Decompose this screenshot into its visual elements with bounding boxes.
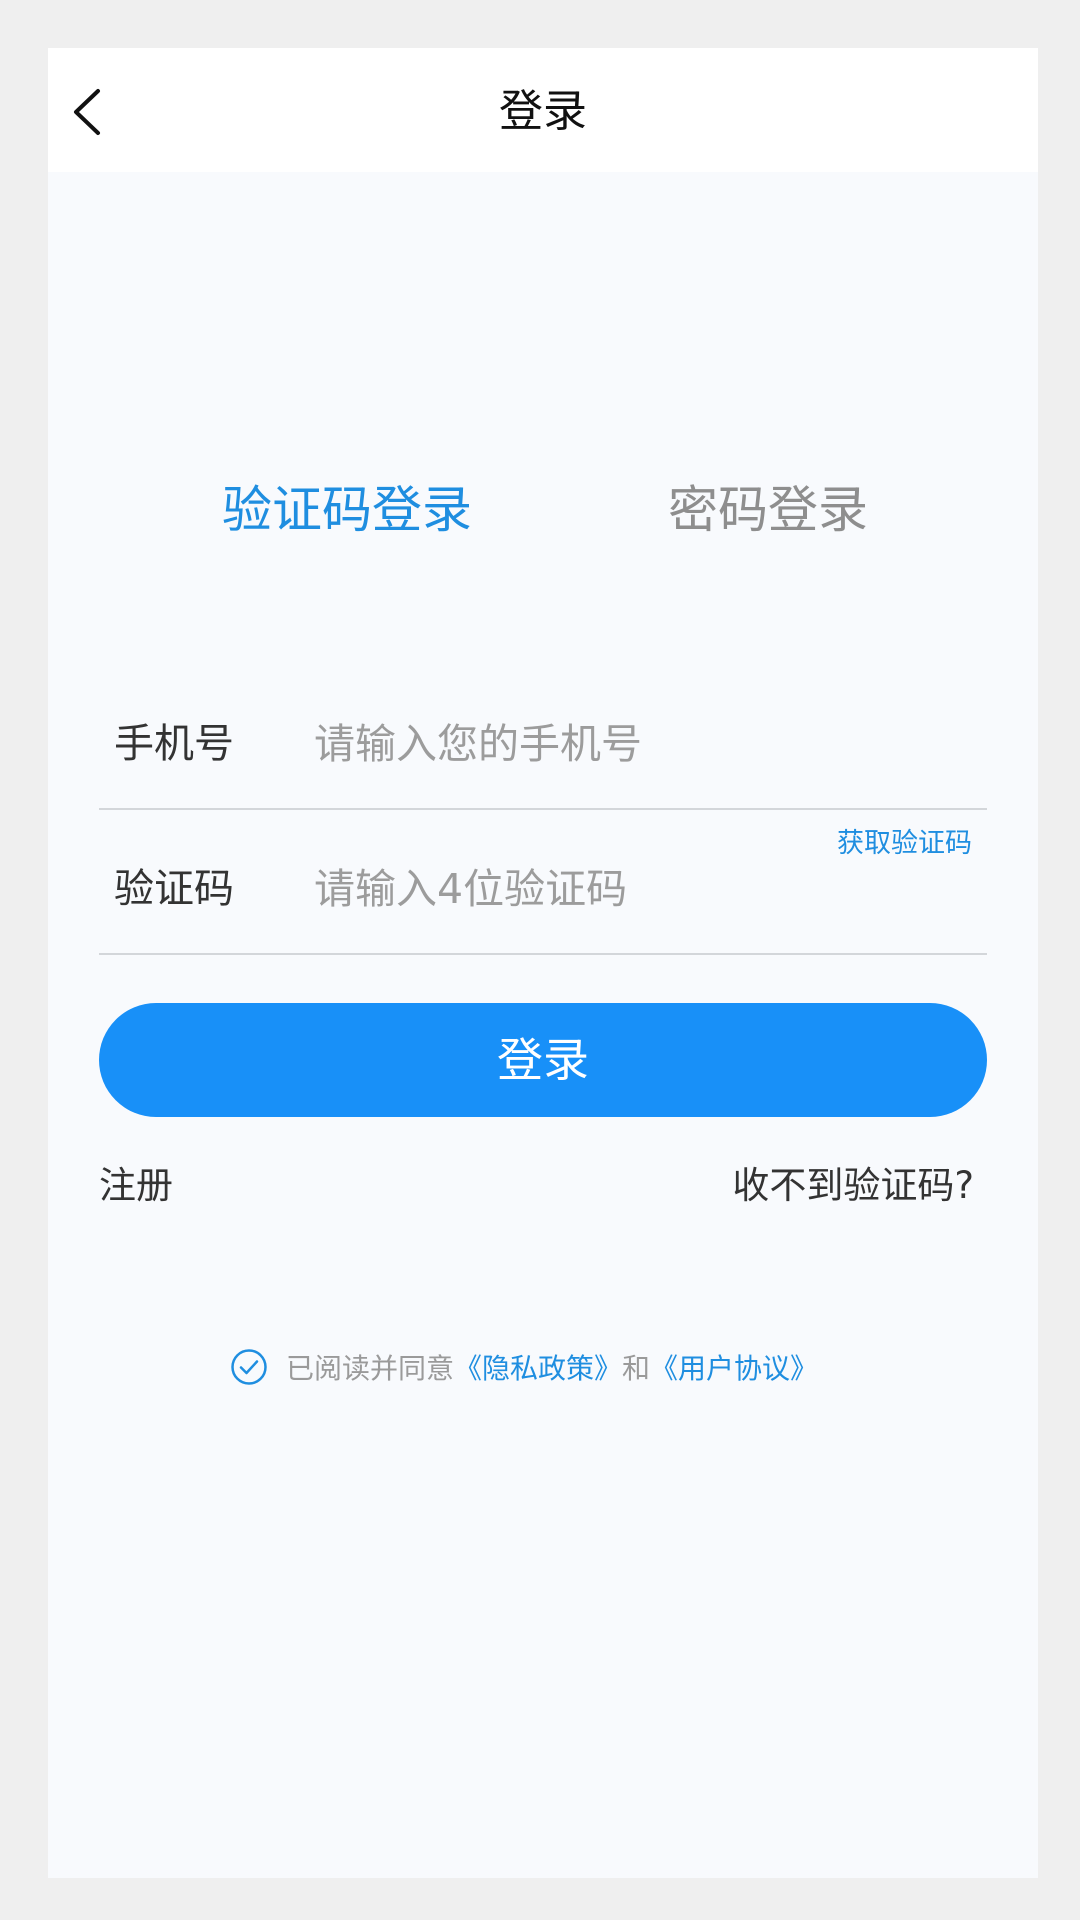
app-screen: 登录 验证码登录 密码登录 手机号 验证码 获取验证码 登录 注册 收不到验证码… (48, 48, 1038, 1878)
login-button[interactable]: 登录 (99, 1003, 987, 1117)
privacy-policy-link[interactable]: 《隐私政策》 (454, 1347, 622, 1387)
tab-sms-login[interactable]: 验证码登录 (222, 478, 472, 542)
check-circle-icon (231, 1349, 267, 1385)
code-divider (99, 953, 987, 955)
agreement-row: 已阅读并同意 《隐私政策》 和 《用户协议》 (230, 1344, 818, 1390)
phone-input[interactable] (314, 714, 914, 774)
register-link[interactable]: 注册 (99, 1160, 173, 1212)
get-code-button[interactable]: 获取验证码 (837, 824, 972, 864)
no-code-link[interactable]: 收不到验证码? (732, 1160, 974, 1212)
agreement-prefix: 已阅读并同意 (286, 1352, 455, 1385)
user-agreement-link[interactable]: 《用户协议》 (650, 1347, 818, 1387)
agreement-conjunction: 和 (622, 1352, 651, 1385)
phone-divider (99, 808, 987, 810)
code-input[interactable] (314, 859, 794, 919)
code-label: 验证码 (114, 866, 234, 912)
page-title: 登录 (499, 86, 587, 137)
nav-bar: 登录 (48, 48, 1038, 172)
agreement-checkbox[interactable] (230, 1348, 268, 1386)
tab-password-login[interactable]: 密码登录 (668, 478, 868, 542)
phone-label: 手机号 (114, 721, 234, 767)
